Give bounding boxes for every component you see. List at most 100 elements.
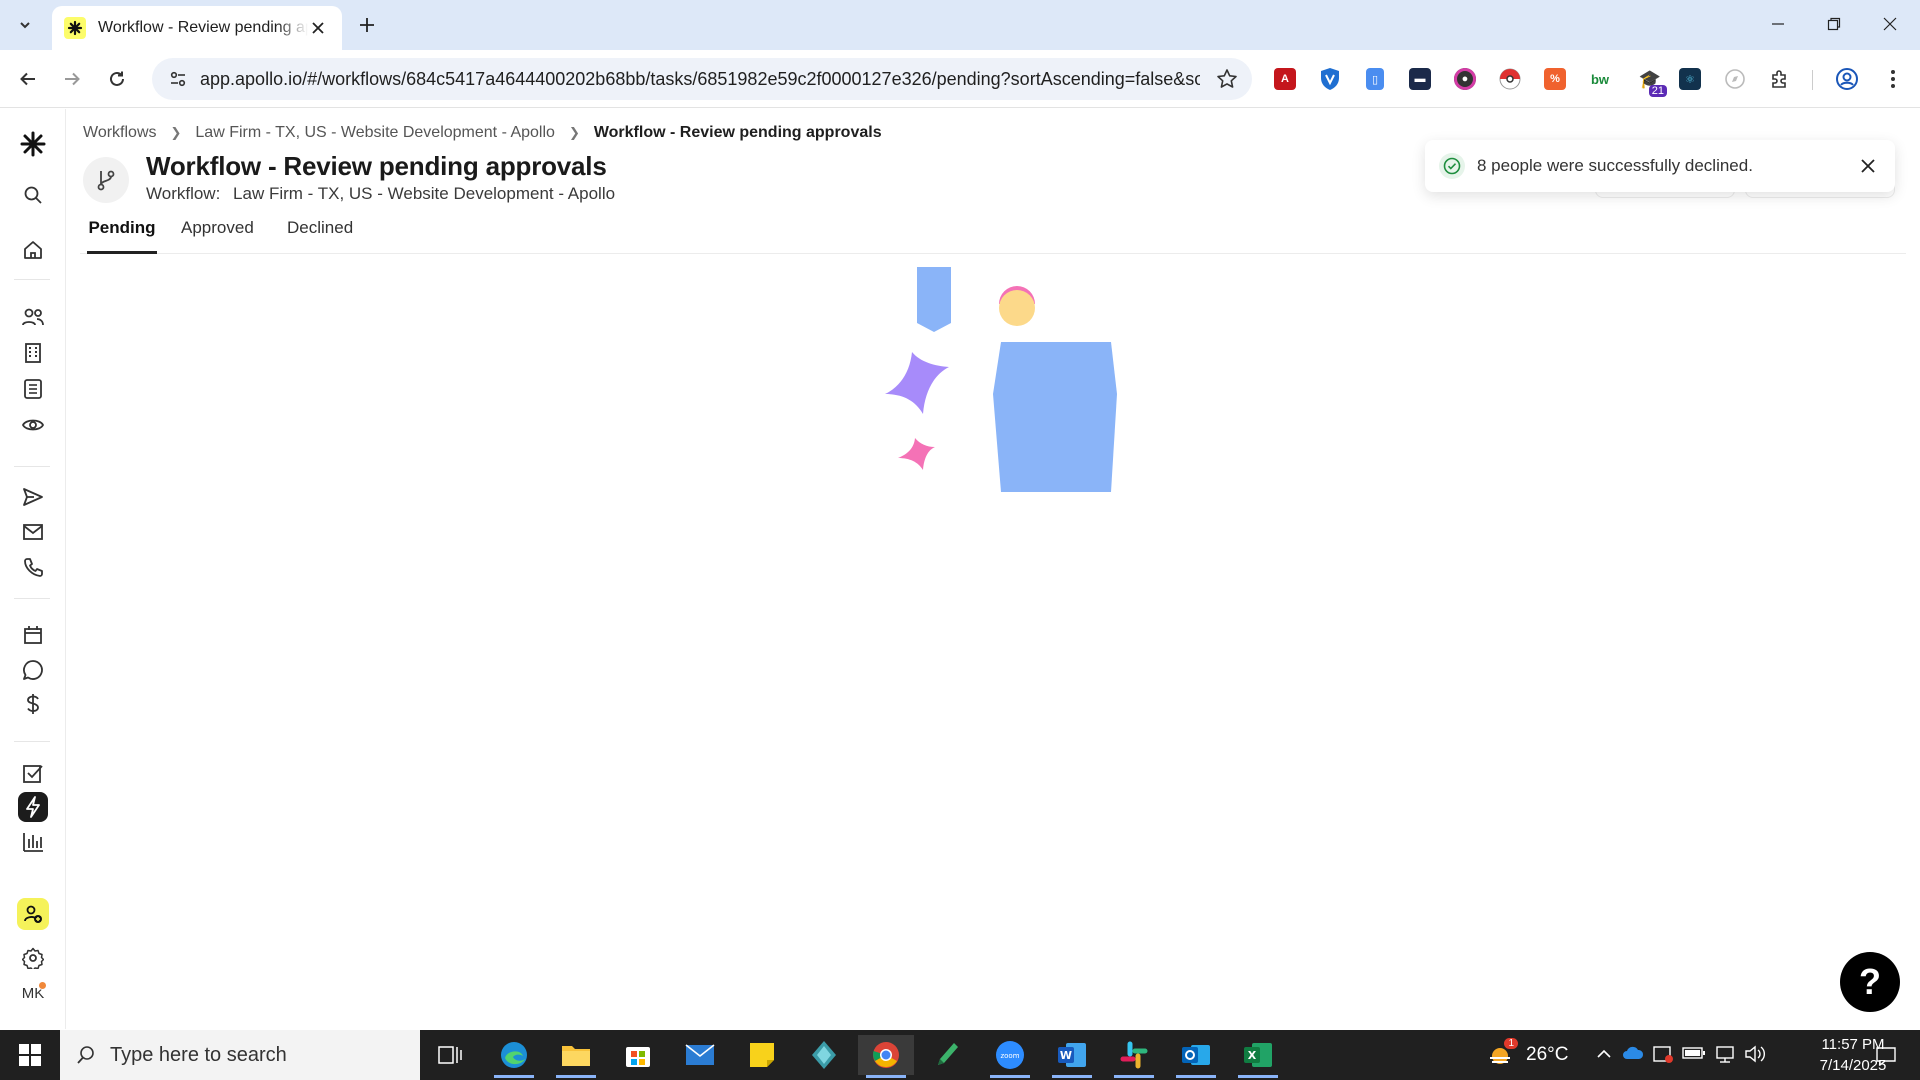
task-view-icon[interactable] xyxy=(422,1035,478,1075)
tracking-eye-icon[interactable] xyxy=(18,410,48,440)
extension-badge: 21 xyxy=(1648,85,1667,97)
tab-declined[interactable]: Declined xyxy=(287,218,353,254)
nav-divider xyxy=(14,598,50,599)
subtitle-workflow-name[interactable]: Law Firm - TX, US - Website Development … xyxy=(233,184,615,203)
breadcrumb-chevron-icon: ❯ xyxy=(568,125,580,140)
breadcrumb-workflows-link[interactable]: Workflows xyxy=(83,124,157,142)
tray-overflow-chevron-icon[interactable] xyxy=(1596,1046,1612,1064)
percent-extension-icon[interactable]: % xyxy=(1540,64,1570,94)
breadcrumb-current: Workflow - Review pending approvals xyxy=(593,124,882,141)
reload-icon[interactable] xyxy=(101,63,133,95)
graduation-cap-extension-icon[interactable]: 🎓 21 xyxy=(1635,64,1667,97)
email-icon[interactable] xyxy=(18,517,48,547)
pdf-extension-icon[interactable]: A xyxy=(1270,64,1300,94)
tab-approved[interactable]: Approved xyxy=(181,218,254,254)
profile-account-icon[interactable] xyxy=(1832,64,1862,94)
subtitle-label: Workflow: xyxy=(146,184,221,203)
outlook-app-icon[interactable] xyxy=(1168,1035,1224,1078)
network-alert-icon[interactable] xyxy=(1652,1044,1674,1069)
tasks-checkbox-icon[interactable] xyxy=(18,759,48,789)
windows-start-icon[interactable] xyxy=(0,1030,60,1080)
workflow-branch-icon xyxy=(83,157,129,203)
back-arrow-icon[interactable] xyxy=(12,63,44,95)
people-icon[interactable] xyxy=(18,302,48,332)
taskbar-search-box[interactable]: Type here to search xyxy=(60,1030,420,1080)
new-tab-plus-icon[interactable] xyxy=(352,10,382,40)
onedrive-cloud-icon[interactable] xyxy=(1622,1045,1644,1066)
restore-window-icon[interactable] xyxy=(1806,0,1862,48)
site-info-tune-icon[interactable] xyxy=(158,58,198,100)
breadcrumb: Workflows ❯ Law Firm - TX, US - Website … xyxy=(83,122,882,144)
illustration-body xyxy=(993,342,1117,492)
meetings-calendar-icon[interactable] xyxy=(18,620,48,650)
pen-app-icon[interactable] xyxy=(920,1035,976,1075)
analytics-bar-chart-icon[interactable] xyxy=(18,827,48,857)
tab-pending[interactable]: Pending xyxy=(87,218,157,254)
help-button[interactable]: ? xyxy=(1840,952,1900,1012)
minimize-window-icon[interactable] xyxy=(1750,0,1806,48)
address-bar[interactable]: app.apollo.io/#/workflows/684c5417a46444… xyxy=(152,58,1252,100)
slack-app-icon[interactable] xyxy=(1106,1035,1162,1078)
mail-app-icon[interactable] xyxy=(672,1035,728,1075)
tab-search-chevron-icon[interactable] xyxy=(10,10,40,40)
volume-speaker-icon[interactable] xyxy=(1744,1045,1766,1068)
toast-message: 8 people were successfully declined. xyxy=(1477,156,1753,175)
breadcrumb-chevron-icon: ❯ xyxy=(170,125,182,140)
browser-tab-title: Workflow - Review pending approvals xyxy=(98,19,308,36)
document-extension-icon[interactable]: ▯ xyxy=(1360,64,1390,94)
chrome-browser-icon[interactable] xyxy=(858,1035,914,1078)
diamond-app-icon[interactable] xyxy=(796,1035,852,1075)
workflows-lightning-icon[interactable] xyxy=(18,792,48,822)
atom-extension-icon[interactable]: ⚛ xyxy=(1675,64,1705,94)
home-icon[interactable] xyxy=(18,235,48,265)
taskbar-search-placeholder: Type here to search xyxy=(110,1043,287,1066)
phone-icon[interactable] xyxy=(18,552,48,582)
microsoft-store-icon[interactable] xyxy=(610,1035,666,1075)
shield-extension-icon[interactable] xyxy=(1315,64,1345,94)
camera-extension-icon[interactable]: ● xyxy=(1450,64,1480,94)
close-toast-icon[interactable] xyxy=(1857,155,1879,177)
apollo-favicon-icon xyxy=(64,17,86,39)
close-tab-icon[interactable] xyxy=(308,18,328,38)
settings-gear-icon[interactable] xyxy=(18,943,48,973)
conversations-chat-icon[interactable] xyxy=(18,655,48,685)
weather-icon[interactable]: 1 xyxy=(1486,1038,1518,1070)
nav-divider xyxy=(14,466,50,467)
illustration-large-sparkle xyxy=(885,352,949,414)
notification-dot xyxy=(38,981,47,990)
pokeball-extension-icon[interactable] xyxy=(1495,64,1525,94)
browser-tab-active[interactable]: Workflow - Review pending approvals xyxy=(52,6,342,50)
wired-network-icon[interactable] xyxy=(1714,1045,1736,1068)
apollo-logo-icon[interactable] xyxy=(18,129,48,159)
user-avatar[interactable]: MK xyxy=(19,979,47,1007)
word-app-icon[interactable]: W xyxy=(1044,1035,1100,1078)
lists-icon[interactable] xyxy=(18,374,48,404)
invite-user-plus-icon[interactable] xyxy=(17,898,49,930)
bw-extension-icon[interactable]: bw xyxy=(1585,64,1615,94)
clapper-extension-icon[interactable]: ▬ xyxy=(1405,64,1435,94)
breadcrumb-parent-link[interactable]: Law Firm - TX, US - Website Development … xyxy=(195,124,555,142)
app-sidebar: MK xyxy=(0,109,66,1029)
excel-app-icon[interactable]: X xyxy=(1230,1035,1286,1078)
forward-arrow-icon[interactable] xyxy=(56,63,88,95)
deals-dollar-icon[interactable] xyxy=(18,689,48,719)
file-explorer-folder-icon[interactable] xyxy=(548,1035,604,1078)
edge-browser-icon[interactable] xyxy=(486,1035,542,1078)
weather-temperature[interactable]: 26°C xyxy=(1526,1044,1568,1066)
battery-icon[interactable] xyxy=(1682,1046,1706,1065)
close-window-icon[interactable] xyxy=(1862,0,1918,48)
compass-extension-icon[interactable] xyxy=(1720,64,1750,94)
browser-toolbar: app.apollo.io/#/workflows/684c5417a46444… xyxy=(0,50,1920,108)
bookmark-star-icon[interactable] xyxy=(1216,68,1238,95)
notifications-center-icon[interactable] xyxy=(1866,1042,1906,1070)
companies-building-icon[interactable] xyxy=(18,338,48,368)
browser-menu-kebab-icon[interactable] xyxy=(1878,64,1908,94)
url-text: app.apollo.io/#/workflows/684c5417a46444… xyxy=(200,68,1200,89)
status-tabs: Pending Approved Declined xyxy=(80,214,1906,254)
sequences-send-icon[interactable] xyxy=(18,482,48,512)
illustration-face xyxy=(999,290,1035,326)
extensions-puzzle-icon[interactable] xyxy=(1765,64,1795,94)
sticky-notes-icon[interactable] xyxy=(734,1035,790,1075)
zoom-app-icon[interactable]: zoom xyxy=(982,1035,1038,1078)
search-icon[interactable] xyxy=(18,180,48,210)
